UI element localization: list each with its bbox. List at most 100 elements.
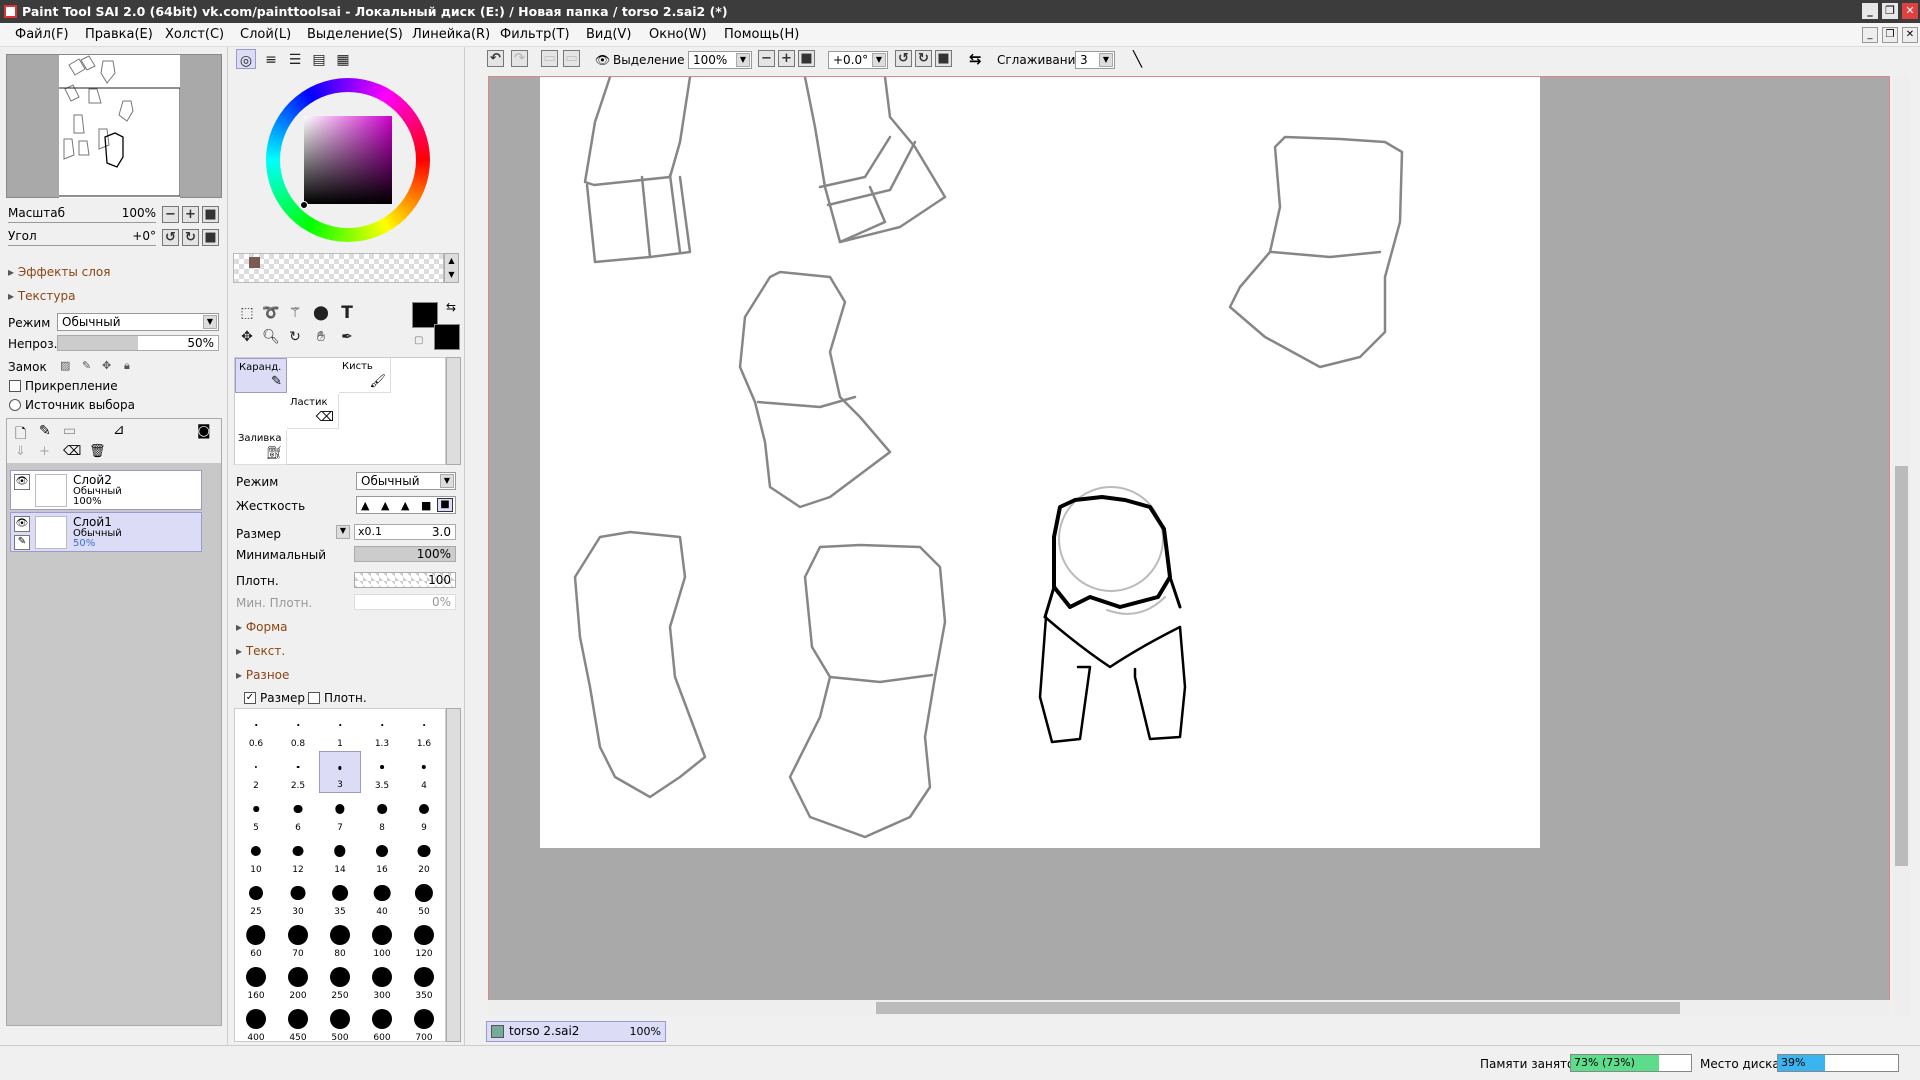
brush-size-600[interactable]: 600	[361, 1003, 403, 1041]
layer-mode-select[interactable]: Обычный ▼	[57, 313, 219, 331]
zoom-reset-button[interactable]: ■	[202, 206, 219, 223]
toolbar-zoom-reset-icon[interactable]: ■	[798, 50, 815, 67]
lock-transparency-icon[interactable]: ▨	[60, 359, 70, 372]
hardness-max-icon[interactable]: ■	[437, 498, 453, 512]
flip-horizontal-icon[interactable]: ⇆	[969, 50, 982, 68]
vertical-scroll-thumb[interactable]	[1895, 466, 1908, 866]
color-wheel[interactable]	[266, 78, 430, 242]
transfer-down-icon[interactable]: +	[39, 444, 50, 459]
menu-edit[interactable]: Правка(E)	[85, 27, 153, 42]
tool-slot-eraser[interactable]: Ластик ⌫	[287, 394, 339, 429]
zoom-in-button[interactable]: +	[182, 206, 199, 223]
menu-selection[interactable]: Выделение(S)	[307, 27, 403, 42]
deselect-icon[interactable]: ▭	[541, 50, 558, 67]
rotate-left-button[interactable]: ↺	[162, 229, 179, 246]
undo-icon[interactable]: ↶	[487, 50, 504, 67]
size-slider[interactable]: x0.1 3.0	[354, 524, 456, 540]
brush-size-70[interactable]: 70	[277, 919, 319, 961]
menu-filter[interactable]: Фильтр(T)	[500, 27, 570, 42]
close-button[interactable]: ✕	[1902, 3, 1918, 19]
toolbar-rotate-left-icon[interactable]: ↺	[895, 50, 912, 67]
selection-visible-icon[interactable]: 👁︎	[595, 53, 610, 67]
brush-size-300[interactable]: 300	[361, 961, 403, 1003]
tool-slot-pencil[interactable]: Каранд. ✎	[235, 358, 287, 393]
rect-select-icon[interactable]: ⬚	[236, 302, 258, 324]
brush-size-10[interactable]: 10	[235, 835, 277, 877]
layer-row[interactable]: 👁︎ ✎ Слой1 Обычный 50%	[10, 512, 202, 552]
swap-colors-icon[interactable]: ⇆	[446, 300, 456, 314]
brush-size-450[interactable]: 450	[277, 1003, 319, 1041]
toolbar-zoom-in-icon[interactable]: +	[778, 50, 795, 67]
tool-slot-brush[interactable]: Кисть 🖌︎	[339, 358, 391, 393]
redo-icon[interactable]: ↷	[511, 50, 528, 67]
merge-down-icon[interactable]: ⇓	[15, 444, 26, 459]
color-wheel-tab-icon[interactable]: ◎	[236, 49, 256, 69]
brush-size-20[interactable]: 20	[403, 835, 445, 877]
menu-ruler[interactable]: Линейка(R)	[412, 27, 490, 42]
new-pen-layer-icon[interactable]: ✎	[39, 423, 51, 439]
misc-section[interactable]: Разное	[236, 668, 290, 682]
move-icon[interactable]: ✥	[236, 326, 258, 348]
brush-size-2-5[interactable]: 2.5	[277, 751, 319, 793]
min-size-slider[interactable]: 100%	[354, 546, 456, 562]
brush-size-1-3[interactable]: 1.3	[361, 709, 403, 751]
zoom-tool-icon[interactable]: 🔍︎	[260, 326, 282, 348]
layer-record-icon[interactable]: ◙	[197, 423, 211, 439]
brush-size-160[interactable]: 160	[235, 961, 277, 1003]
canvas-viewport[interactable]	[488, 75, 1890, 1016]
tool-slots-scrollbar[interactable]	[446, 357, 461, 465]
toolbar-rotate-right-icon[interactable]: ↻	[915, 50, 932, 67]
mdi-restore-button[interactable]: ❐	[1882, 27, 1898, 43]
lock-move-icon[interactable]: ✥	[102, 359, 111, 372]
brush-size-3[interactable]: 3	[319, 751, 361, 793]
lock-all-icon[interactable]: 🔒︎	[124, 359, 130, 373]
color-picker-handle[interactable]	[300, 201, 308, 209]
rgb-sliders-tab-icon[interactable]: ≡	[260, 49, 282, 71]
toolbar-rotate-reset-icon[interactable]: ■	[935, 50, 952, 67]
brush-size-12[interactable]: 12	[277, 835, 319, 877]
transparent-color-icon[interactable]: ▢	[414, 335, 423, 346]
menu-help[interactable]: Помощь(H)	[724, 27, 799, 42]
size-pressure-checkbox[interactable]: ✓	[244, 692, 256, 704]
density-slider[interactable]: 100	[354, 572, 456, 588]
menu-file[interactable]: Файл(F)	[15, 27, 69, 42]
eye-icon[interactable]: 👁︎	[14, 474, 30, 490]
smoothing-select[interactable]: 3 ▼	[1075, 51, 1115, 69]
hardness-hard-icon[interactable]: ■	[421, 499, 431, 512]
swatches-tab-icon[interactable]: ▤	[308, 49, 330, 71]
hardness-firm-icon[interactable]: ▲	[401, 499, 409, 512]
maximize-button[interactable]: ❐	[1882, 3, 1898, 19]
zoom-slider[interactable]	[8, 222, 156, 223]
rotate-tool-icon[interactable]: ↻	[284, 326, 306, 348]
delete-layer-icon[interactable]: 🗑︎	[89, 444, 106, 459]
brush-size-700[interactable]: 700	[403, 1003, 445, 1041]
brush-size-14[interactable]: 14	[319, 835, 361, 877]
brush-size-0-8[interactable]: 0.8	[277, 709, 319, 751]
clipping-checkbox[interactable]	[9, 380, 21, 392]
texture-section[interactable]: Текстура	[8, 289, 76, 303]
brush-size-25[interactable]: 25	[235, 877, 277, 919]
brush-size-35[interactable]: 35	[319, 877, 361, 919]
brush-size-2[interactable]: 2	[235, 751, 277, 793]
brush-size-80[interactable]: 80	[319, 919, 361, 961]
brush-size-120[interactable]: 120	[403, 919, 445, 961]
brush-size-0-6[interactable]: 0.6	[235, 709, 277, 751]
eyedropper-icon[interactable]: ✒	[336, 326, 358, 348]
brush-size-30[interactable]: 30	[277, 877, 319, 919]
shape-section[interactable]: Форма	[236, 620, 288, 634]
document-tab[interactable]: torso 2.sai2 100%	[486, 1021, 666, 1042]
eye-icon[interactable]: 👁︎	[14, 516, 30, 532]
min-density-slider[interactable]: 0%	[354, 594, 456, 610]
brush-size-60[interactable]: 60	[235, 919, 277, 961]
new-folder-icon[interactable]: ▭	[63, 423, 76, 439]
mask-icon[interactable]: ⊿	[113, 422, 125, 438]
navigator-preview[interactable]	[6, 54, 222, 198]
hand-icon[interactable]: ✋︎	[310, 326, 332, 348]
brush-size-1-6[interactable]: 1.6	[403, 709, 445, 751]
size-multiplier-dropdown[interactable]: ▼	[336, 525, 350, 539]
hsv-sliders-tab-icon[interactable]: ☰	[284, 49, 306, 71]
saturation-value-square[interactable]	[304, 116, 392, 204]
menu-layer[interactable]: Слой(L)	[240, 27, 291, 42]
menu-window[interactable]: Окно(W)	[649, 27, 707, 42]
shape-fill-icon[interactable]: ⬤	[310, 302, 332, 324]
